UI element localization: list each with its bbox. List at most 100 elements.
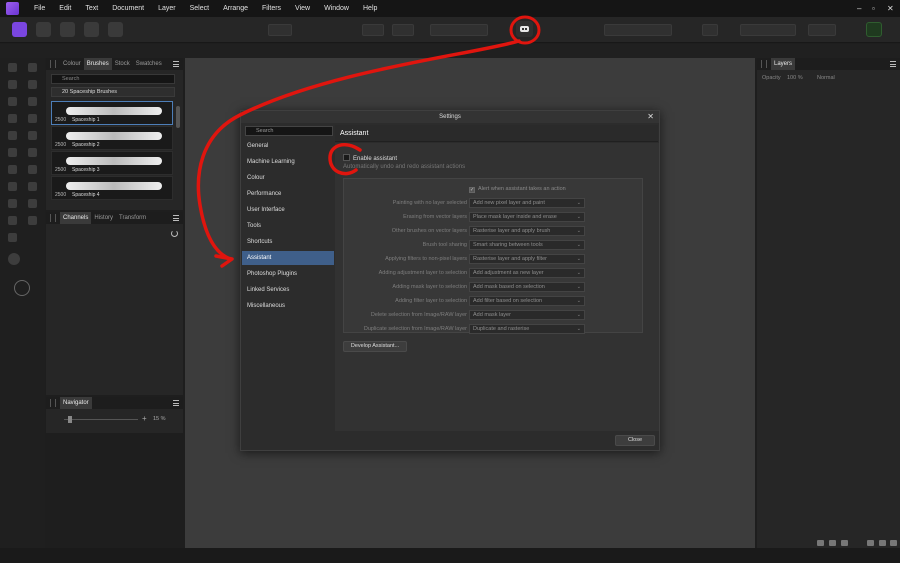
toolbar-button-a[interactable] xyxy=(362,24,384,36)
tone-mapping-persona-icon[interactable] xyxy=(84,22,99,37)
assistant-button[interactable] xyxy=(516,21,533,37)
pen-tool-icon[interactable] xyxy=(8,199,17,208)
toolbar-group-c[interactable] xyxy=(430,24,488,36)
alert-row[interactable]: ✓ Alert when assistant takes an action xyxy=(469,186,566,193)
clone-tool-icon[interactable] xyxy=(28,165,37,174)
zoom-tool-icon[interactable] xyxy=(28,216,37,225)
option-select[interactable]: Rasterise layer and apply brush ⌄ xyxy=(469,226,585,236)
zoom-level[interactable]: 15 % xyxy=(153,416,166,422)
tab-swatches[interactable]: Swatches xyxy=(133,58,165,70)
toolbar-group-d[interactable] xyxy=(604,24,672,36)
category-general[interactable]: General xyxy=(242,139,334,153)
tab-stock[interactable]: Stock xyxy=(112,58,133,70)
account-icon[interactable] xyxy=(866,22,882,37)
shape-tool-icon[interactable] xyxy=(28,199,37,208)
add-layer-icon[interactable] xyxy=(879,540,886,546)
maximize-icon[interactable]: ▫ xyxy=(872,0,875,17)
category-miscellaneous[interactable]: Miscellaneous xyxy=(242,299,334,313)
brush-category-select[interactable]: 20 Spaceship Brushes xyxy=(51,87,175,97)
app-logo-icon[interactable] xyxy=(6,2,19,15)
menu-select[interactable]: Select xyxy=(183,0,216,17)
close-button[interactable]: Close xyxy=(615,435,655,446)
menu-text[interactable]: Text xyxy=(78,0,105,17)
toolbar-button-b[interactable] xyxy=(392,24,414,36)
menu-document[interactable]: Document xyxy=(105,0,151,17)
develop-assistant-button[interactable]: Develop Assistant... xyxy=(343,341,407,352)
brush-item[interactable]: 2500 Spaceship 1 xyxy=(51,101,173,125)
colour-swatch-icon[interactable] xyxy=(8,253,20,265)
move-tool-icon[interactable] xyxy=(28,63,37,72)
panel-menu-icon[interactable] xyxy=(173,61,179,67)
text-tool-icon[interactable] xyxy=(8,216,17,225)
panel-grip-icon[interactable] xyxy=(50,399,56,407)
photo-persona-icon[interactable] xyxy=(12,22,27,37)
crop-tool-icon[interactable] xyxy=(28,80,37,89)
panel-grip-icon[interactable] xyxy=(50,214,56,222)
option-select[interactable]: Add mask layer ⌄ xyxy=(469,310,585,320)
menu-filters[interactable]: Filters xyxy=(255,0,288,17)
mask-icon[interactable] xyxy=(817,540,824,546)
dodge-tool-icon[interactable] xyxy=(8,165,17,174)
minimize-icon[interactable]: – xyxy=(857,0,861,17)
toolbar-button-e[interactable] xyxy=(702,24,718,36)
category-colour[interactable]: Colour xyxy=(242,171,334,185)
toolbar-group-g[interactable] xyxy=(808,24,836,36)
option-select[interactable]: Duplicate and rasterise ⌄ xyxy=(469,324,585,334)
option-select[interactable]: Place mask layer inside and erase ⌄ xyxy=(469,212,585,222)
brush-item[interactable]: 2500 Spaceship 2 xyxy=(51,126,173,150)
flood-select-tool-icon[interactable] xyxy=(28,97,37,106)
develop-persona-icon[interactable] xyxy=(60,22,75,37)
brush-list-scrollbar[interactable] xyxy=(176,106,180,128)
option-select[interactable]: Add adjustment as new layer ⌄ xyxy=(469,268,585,278)
menu-view[interactable]: View xyxy=(288,0,317,17)
selection-brush-tool-icon[interactable] xyxy=(8,97,17,106)
erase-brush-tool-icon[interactable] xyxy=(28,148,37,157)
settings-search-input[interactable]: Search xyxy=(245,126,333,136)
close-icon[interactable]: ✕ xyxy=(647,112,654,121)
option-select[interactable]: Smart sharing between tools ⌄ xyxy=(469,240,585,250)
category-shortcuts[interactable]: Shortcuts xyxy=(242,235,334,249)
option-select[interactable]: Add new pixel layer and paint ⌄ xyxy=(469,198,585,208)
gradient-tool-icon[interactable] xyxy=(28,131,37,140)
marquee-tool-icon[interactable] xyxy=(8,114,17,123)
brush-item[interactable]: 2500 Spaceship 3 xyxy=(51,151,173,175)
panel-menu-icon[interactable] xyxy=(173,400,179,406)
menu-arrange[interactable]: Arrange xyxy=(216,0,255,17)
panel-grip-icon[interactable] xyxy=(761,60,767,68)
enable-assistant-checkbox[interactable] xyxy=(343,154,350,161)
liquify-persona-icon[interactable] xyxy=(36,22,51,37)
category-user-interface[interactable]: User Interface xyxy=(242,203,334,217)
category-linked-services[interactable]: Linked Services xyxy=(242,283,334,297)
live-filter-icon[interactable] xyxy=(841,540,848,546)
enable-assistant-row[interactable]: Enable assistant xyxy=(343,154,397,162)
tab-history[interactable]: History xyxy=(91,212,116,224)
zoom-slider[interactable] xyxy=(64,419,138,420)
option-select[interactable]: Add mask based on selection ⌄ xyxy=(469,282,585,292)
category-machine-learning[interactable]: Machine Learning xyxy=(242,155,334,169)
zoom-slider-handle[interactable] xyxy=(68,416,72,423)
tab-channels[interactable]: Channels xyxy=(60,212,92,224)
tab-brushes[interactable]: Brushes xyxy=(83,58,112,70)
paint-brush-tool-icon[interactable] xyxy=(8,148,17,157)
adjustment-icon[interactable] xyxy=(829,540,836,546)
colour-wheel-icon[interactable] xyxy=(14,280,30,296)
view-tool-icon[interactable] xyxy=(8,63,17,72)
brush-item[interactable]: 2500 Spaceship 4 xyxy=(51,176,173,200)
view-mode-button[interactable] xyxy=(268,24,292,36)
export-persona-icon[interactable] xyxy=(108,22,123,37)
flood-fill-tool-icon[interactable] xyxy=(8,131,17,140)
folder-icon[interactable] xyxy=(867,540,874,546)
tab-colour[interactable]: Colour xyxy=(60,58,84,70)
alert-checkbox[interactable]: ✓ xyxy=(469,187,475,193)
close-window-icon[interactable]: ✕ xyxy=(887,0,894,17)
option-select[interactable]: Rasterise layer and apply filter ⌄ xyxy=(469,254,585,264)
option-select[interactable]: Add filter based on selection ⌄ xyxy=(469,296,585,306)
mesh-warp-tool-icon[interactable] xyxy=(8,233,17,242)
toolbar-group-f[interactable] xyxy=(740,24,796,36)
category-photoshop-plugins[interactable]: Photoshop Plugins xyxy=(242,267,334,281)
menu-file[interactable]: File xyxy=(27,0,52,17)
tab-transform[interactable]: Transform xyxy=(116,212,149,224)
panel-menu-icon[interactable] xyxy=(890,61,896,67)
menu-window[interactable]: Window xyxy=(317,0,356,17)
panel-grip-icon[interactable] xyxy=(50,60,56,68)
